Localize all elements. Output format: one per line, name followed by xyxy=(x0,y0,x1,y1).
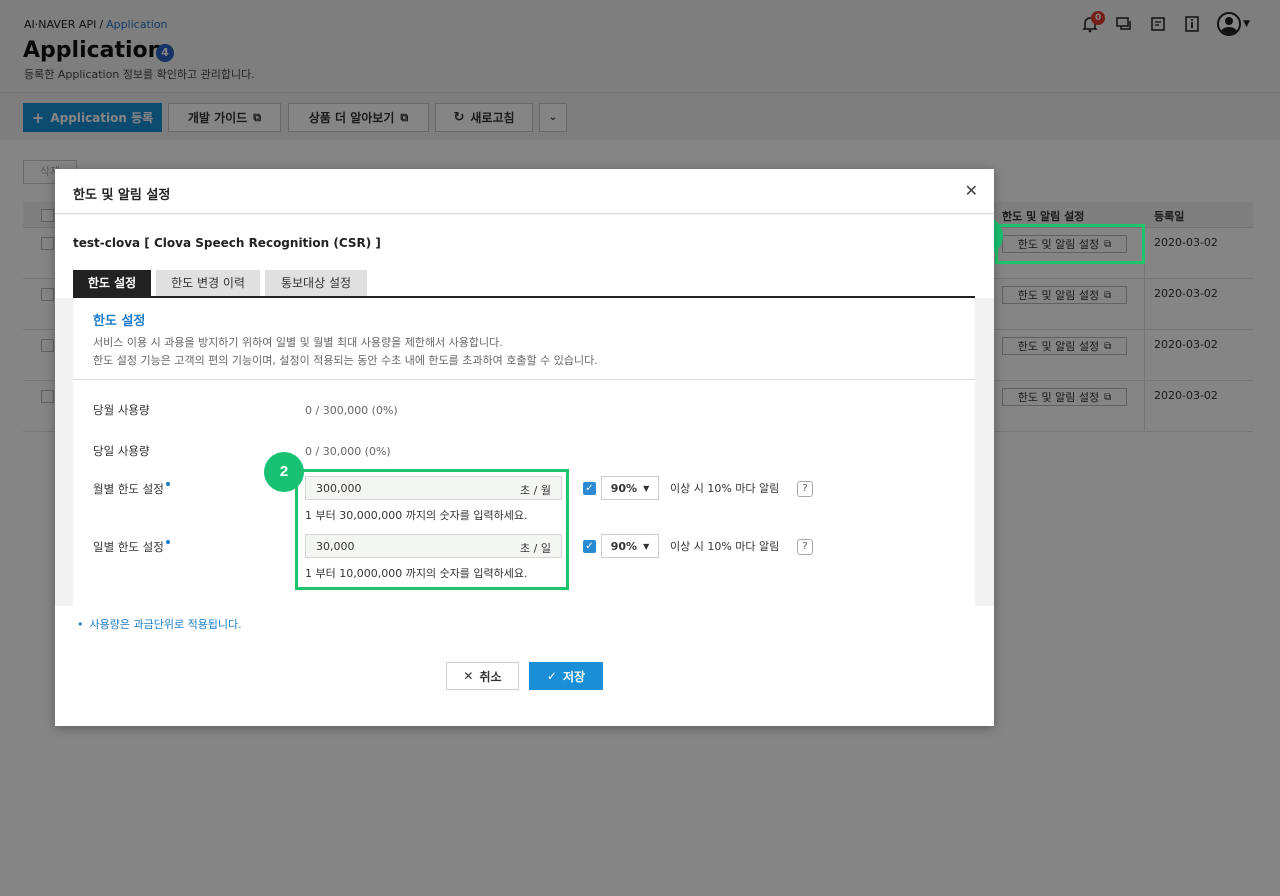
daily-threshold-select[interactable]: 90% ▼ xyxy=(601,534,659,558)
cancel-button[interactable]: ✕ 취소 xyxy=(446,662,519,690)
application-name: test-clova [ Clova Speech Recognition (C… xyxy=(73,236,381,250)
monthly-threshold-select[interactable]: 90% ▼ xyxy=(601,476,659,500)
daily-usage-label: 당일 사용량 xyxy=(93,444,150,458)
caret-down-icon: ▼ xyxy=(643,541,650,551)
daily-alert-checkbox[interactable]: ✓ xyxy=(583,540,596,553)
daily-threshold-value: 90% xyxy=(610,539,638,553)
highlight-box-limit-inputs xyxy=(295,469,569,590)
highlight-box-limit-button xyxy=(995,224,1145,264)
help-icon[interactable]: ? xyxy=(797,481,813,497)
billing-note-text: 사용량은 과금단위로 적용됩니다. xyxy=(89,618,242,631)
daily-alert-text: 이상 시 10% 마다 알림 xyxy=(670,540,780,553)
monthly-usage-value: 0 / 300,000 (0%) xyxy=(305,404,398,417)
info-title: 한도 설정 xyxy=(93,314,146,329)
limit-settings-modal: 한도 및 알림 설정 ✕ test-clova [ Clova Speech R… xyxy=(55,169,994,726)
help-icon[interactable]: ? xyxy=(797,539,813,555)
monthly-alert-checkbox[interactable]: ✓ xyxy=(583,482,596,495)
caret-down-icon: ▼ xyxy=(643,483,650,493)
daily-limit-label-text: 일별 한도 설정 xyxy=(93,540,164,554)
monthly-threshold-value: 90% xyxy=(610,481,638,495)
save-label: 저장 xyxy=(562,669,586,684)
monthly-limit-label-text: 월별 한도 설정 xyxy=(93,482,164,496)
info-description-2: 한도 설정 기능은 고객의 편의 기능이며, 설정이 적용되는 동안 수초 내에… xyxy=(93,354,598,367)
tab-limit-settings[interactable]: 한도 설정 xyxy=(73,270,151,296)
monthly-usage-label: 당월 사용량 xyxy=(93,403,150,417)
info-description-1: 서비스 이용 시 과용을 방지하기 위하여 일별 및 월별 최대 사용량을 제한… xyxy=(93,336,503,349)
callout-number-2: 2 xyxy=(264,452,304,492)
bullet-icon: • xyxy=(77,618,84,631)
modal-title: 한도 및 알림 설정 xyxy=(73,188,171,203)
required-dot-icon xyxy=(165,482,170,486)
daily-limit-label: 일별 한도 설정 xyxy=(93,539,170,555)
modal-header: 한도 및 알림 설정 ✕ xyxy=(55,169,994,214)
save-button[interactable]: ✓ 저장 xyxy=(529,662,603,690)
info-box: 한도 설정 서비스 이용 시 과용을 방지하기 위하여 일별 및 월별 최대 사… xyxy=(73,298,975,380)
monthly-alert-text: 이상 시 10% 마다 알림 xyxy=(670,482,780,495)
daily-usage-value: 0 / 30,000 (0%) xyxy=(305,445,391,458)
required-dot-icon xyxy=(165,540,170,544)
monthly-limit-label: 월별 한도 설정 xyxy=(93,481,170,497)
tab-limit-history[interactable]: 한도 변경 이력 xyxy=(156,270,260,296)
billing-note: • 사용량은 과금단위로 적용됩니다. xyxy=(77,616,242,632)
tab-notify-targets[interactable]: 통보대상 설정 xyxy=(265,270,367,296)
check-icon: ✓ xyxy=(546,669,557,683)
cancel-label: 취소 xyxy=(479,669,502,684)
tab-bar: 한도 설정 한도 변경 이력 통보대상 설정 xyxy=(73,270,975,298)
close-icon[interactable]: ✕ xyxy=(965,181,978,200)
close-icon: ✕ xyxy=(463,669,474,683)
